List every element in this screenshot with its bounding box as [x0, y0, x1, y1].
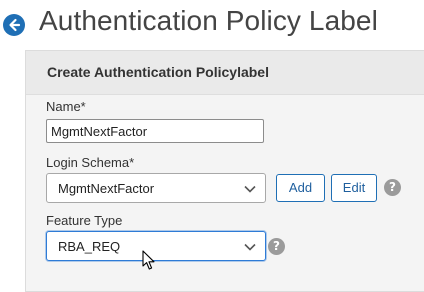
login-schema-label: Login Schema*: [46, 155, 135, 170]
back-arrow-icon[interactable]: [3, 14, 25, 36]
chevron-down-icon: [244, 243, 256, 251]
login-schema-select[interactable]: MgmtNextFactor: [46, 173, 266, 203]
name-input[interactable]: [46, 119, 264, 143]
panel-title: Create Authentication Policylabel: [47, 64, 269, 80]
feature-type-label: Feature Type: [46, 213, 123, 228]
name-label: Name*: [46, 99, 86, 114]
feature-type-select[interactable]: RBA_REQ: [46, 231, 266, 261]
panel-header: Create Authentication Policylabel: [26, 51, 424, 95]
page-title: Authentication Policy Label: [39, 5, 378, 36]
edit-button[interactable]: Edit: [331, 174, 377, 202]
help-icon[interactable]: ?: [268, 238, 285, 255]
help-icon[interactable]: ?: [384, 179, 401, 196]
add-button[interactable]: Add: [276, 174, 325, 202]
login-schema-value: MgmtNextFactor: [58, 181, 155, 196]
feature-type-value: RBA_REQ: [58, 239, 121, 254]
chevron-down-icon: [244, 185, 256, 193]
mouse-cursor-icon: [142, 250, 155, 270]
